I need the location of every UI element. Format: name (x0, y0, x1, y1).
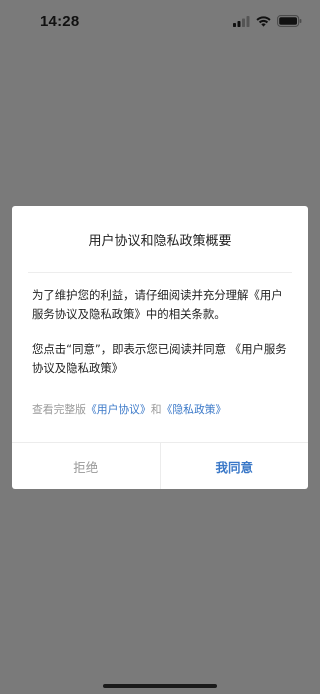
dialog-title: 用户协议和隐私政策概要 (88, 234, 232, 249)
home-indicator[interactable] (103, 684, 217, 688)
privacy-policy-link[interactable]: 《隐私政策》 (162, 403, 227, 416)
agree-button[interactable]: 我同意 (161, 443, 309, 489)
dialog-paragraph-1: 为了维护您的利益，请仔细阅读并充分理解《用户服务协议及隐私政策》中的相关条款。 (32, 288, 283, 321)
cellular-signal-icon (233, 15, 250, 27)
title-divider (28, 272, 292, 273)
status-time: 14:28 (40, 12, 80, 30)
user-agreement-link[interactable]: 《用户协议》 (86, 403, 151, 416)
status-icons (233, 15, 302, 27)
conjunction-text: 和 (150, 403, 162, 416)
dialog-paragraph-2: 您点击“同意”，即表示您已阅读并同意 《用户服务协议及隐私政策》 (32, 342, 287, 375)
privacy-dialog: 用户协议和隐私政策概要 为了维护您的利益，请仔细阅读并充分理解《用户服务协议及隐… (12, 206, 308, 489)
dialog-footer: 拒绝 我同意 (12, 443, 308, 489)
reject-button[interactable]: 拒绝 (12, 443, 160, 489)
wifi-icon (256, 15, 271, 27)
full-version-prefix: 查看完整版 (32, 403, 86, 416)
full-version-line: 查看完整版《用户协议》和《隐私政策》 (32, 401, 290, 419)
battery-icon (277, 15, 302, 27)
status-bar: 14:28 (0, 0, 320, 44)
